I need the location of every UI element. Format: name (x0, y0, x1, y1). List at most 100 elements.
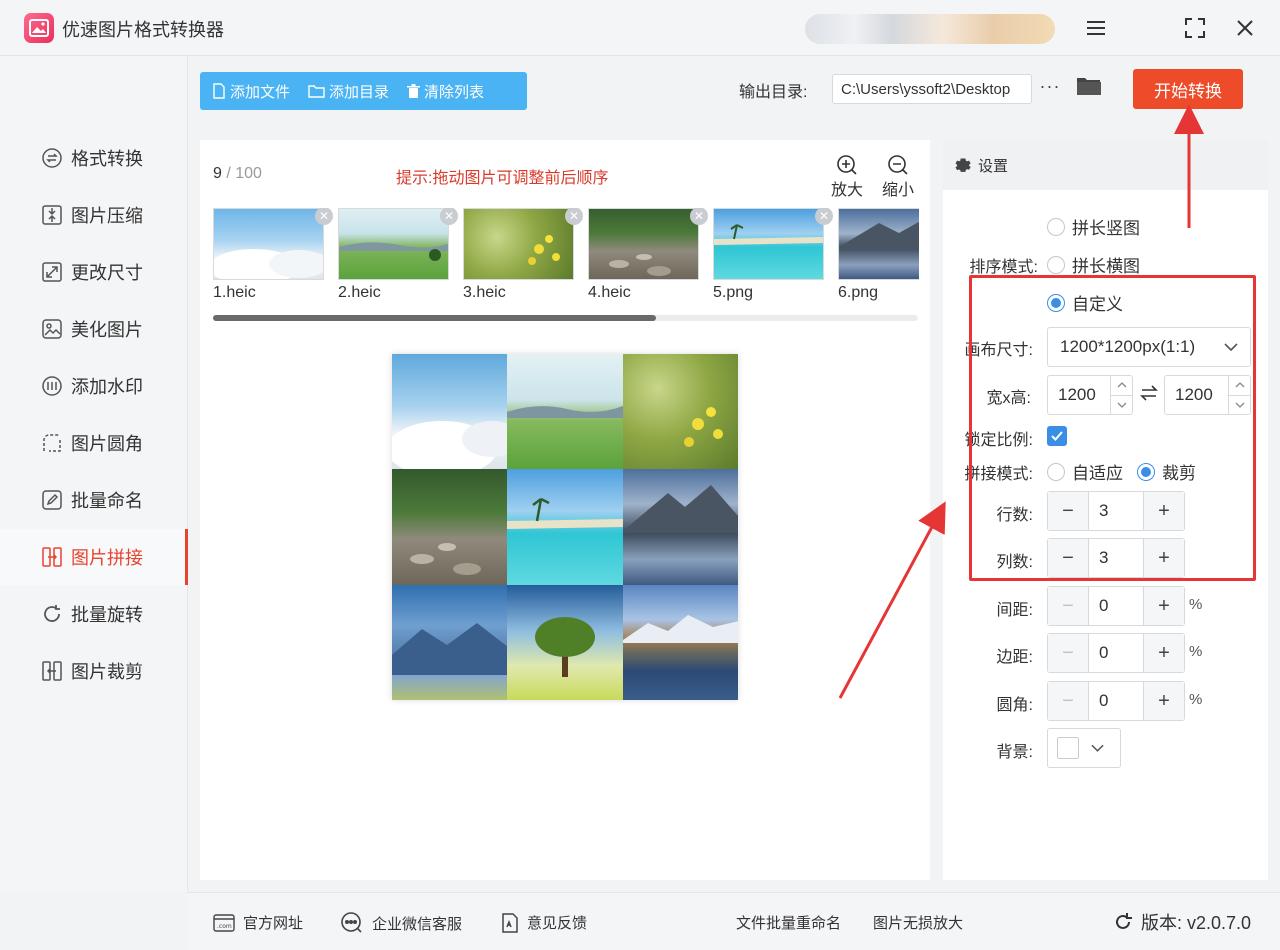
settings-header: 设置 (943, 140, 1268, 190)
thumbnail-image (713, 208, 824, 280)
round-corner-icon (40, 431, 64, 455)
sidebar-item-label: 图片压缩 (71, 206, 143, 226)
file-name: 2.heic (338, 284, 381, 301)
wechat-support-link[interactable]: 企业微信客服 (340, 912, 462, 934)
margin-stepper[interactable]: − 0 + (1047, 633, 1185, 673)
title-bar: 优速图片格式转换器 (0, 0, 1280, 56)
sidebar-item-rotate[interactable]: 批量旋转 (0, 586, 188, 642)
resize-icon (40, 260, 64, 284)
image-counter: 9 / 100 (213, 165, 262, 182)
radio-long-horizontal[interactable]: 拼长横图 (1047, 252, 1140, 277)
preview-cell (392, 354, 508, 470)
official-website-link[interactable]: .com 官方网址 (213, 912, 303, 933)
thumbnail-image (838, 208, 919, 280)
beautify-icon (40, 317, 64, 341)
radio-long-vertical[interactable]: 拼长竖图 (1047, 214, 1140, 239)
preview-cell (392, 584, 508, 700)
output-dir-label: 输出目录: (739, 84, 808, 101)
drag-hint: 提示:拖动图片可调整前后顺序 (396, 170, 609, 187)
close-window-icon[interactable] (1231, 14, 1259, 42)
thumbnail-item[interactable]: ✕ 2.heic (338, 208, 458, 302)
sidebar-item-label: 图片圆角 (71, 434, 143, 454)
sidebar-item-resize[interactable]: 更改尺寸 (0, 244, 188, 300)
decrement-button[interactable]: − (1048, 682, 1088, 720)
lossless-upscale-link[interactable]: 图片无损放大 (873, 912, 963, 933)
thumbnail-item[interactable]: ✕ 4.heic (588, 208, 708, 302)
add-directory-button[interactable]: 添加目录 (296, 72, 395, 110)
increment-button[interactable]: + (1144, 587, 1184, 625)
version-info[interactable]: 版本: v2.0.7.0 (1113, 909, 1251, 935)
rename-icon (40, 488, 64, 512)
compress-icon (40, 203, 64, 227)
sidebar-item-format-convert[interactable]: 格式转换 (0, 130, 188, 186)
background-color-picker[interactable] (1047, 728, 1121, 768)
app-title: 优速图片格式转换器 (62, 20, 224, 40)
app-logo-icon (24, 13, 54, 43)
sidebar-item-round-corner[interactable]: 图片圆角 (0, 415, 188, 471)
increment-button[interactable]: + (1144, 634, 1184, 672)
thumbnail-item[interactable]: ✕ 6.png (838, 208, 919, 302)
thumbnail-image (338, 208, 449, 280)
remove-image-icon[interactable]: ✕ (690, 208, 708, 225)
more-options-button[interactable]: ··· (1038, 76, 1062, 100)
output-dir-input[interactable] (832, 74, 1032, 104)
radius-stepper[interactable]: − 0 + (1047, 681, 1185, 721)
remove-image-icon[interactable]: ✕ (565, 208, 583, 225)
maximize-icon[interactable] (1181, 14, 1209, 42)
footer-bar: .com 官方网址 企业微信客服 意见反馈 文件批量重命名 图片无损放大 版本:… (188, 892, 1280, 950)
zoom-out-icon (888, 155, 908, 175)
trash-icon (407, 83, 421, 98)
clear-list-button[interactable]: 清除列表 (395, 72, 490, 110)
feedback-link[interactable]: 意见反馈 (501, 912, 587, 933)
sidebar-item-watermark[interactable]: 添加水印 (0, 358, 188, 414)
preview-cell (622, 584, 738, 700)
percent-unit: % (1189, 691, 1203, 708)
sidebar-item-label: 格式转换 (71, 149, 143, 169)
percent-unit: % (1189, 596, 1203, 613)
remove-image-icon[interactable]: ✕ (815, 208, 833, 225)
decrement-button[interactable]: − (1048, 587, 1088, 625)
zoom-out-button[interactable]: 缩小 (878, 154, 918, 200)
scrollbar-thumb[interactable] (213, 315, 656, 321)
radio-dot (1047, 255, 1065, 274)
increment-button[interactable]: + (1144, 682, 1184, 720)
thumbnail-item[interactable]: ✕ 3.heic (463, 208, 583, 302)
start-convert-button[interactable]: 开始转换 (1133, 69, 1243, 109)
add-file-button[interactable]: 添加文件 (200, 72, 296, 110)
rotate-icon (40, 602, 64, 626)
radio-dot (1047, 217, 1065, 236)
stitch-icon (40, 545, 64, 569)
percent-unit: % (1189, 643, 1203, 660)
sidebar-item-label: 批量旋转 (71, 605, 143, 625)
remove-image-icon[interactable]: ✕ (315, 208, 333, 225)
image-list-panel: 9 / 100 提示:拖动图片可调整前后顺序 放大 缩小 ✕ 1.heic ✕ … (200, 140, 930, 880)
folder-icon (308, 85, 325, 98)
color-swatch (1057, 737, 1079, 759)
batch-rename-link[interactable]: 文件批量重命名 (736, 912, 841, 933)
remove-image-icon[interactable]: ✕ (440, 208, 458, 225)
sidebar-item-crop[interactable]: 图片裁剪 (0, 643, 188, 699)
sidebar-item-stitch[interactable]: 图片拼接 (0, 529, 188, 585)
zoom-in-button[interactable]: 放大 (827, 154, 867, 200)
spacing-stepper[interactable]: − 0 + (1047, 586, 1185, 626)
thumbnail-item[interactable]: ✕ 5.png (713, 208, 833, 302)
decrement-button[interactable]: − (1048, 634, 1088, 672)
refresh-icon (1116, 913, 1132, 929)
preview-cell (507, 584, 623, 700)
crop-icon (40, 659, 64, 683)
format-convert-icon (40, 146, 64, 170)
sidebar-item-beautify[interactable]: 美化图片 (0, 301, 188, 357)
thumbnail-scrollbar[interactable] (213, 315, 918, 321)
feedback-icon (502, 912, 518, 933)
sidebar-item-rename[interactable]: 批量命名 (0, 472, 188, 528)
background-label: 背景: (996, 744, 1033, 761)
open-folder-icon[interactable] (1076, 75, 1102, 99)
sidebar-item-compress[interactable]: 图片压缩 (0, 187, 188, 243)
thumbnail-item[interactable]: ✕ 1.heic (213, 208, 333, 302)
gear-icon (955, 158, 971, 172)
menu-icon[interactable] (1082, 14, 1110, 42)
sort-mode-label: 排序模式: (969, 259, 1038, 276)
sidebar-item-label: 更改尺寸 (71, 263, 143, 283)
blurred-user-info (805, 14, 1055, 44)
file-name: 3.heic (463, 284, 506, 301)
